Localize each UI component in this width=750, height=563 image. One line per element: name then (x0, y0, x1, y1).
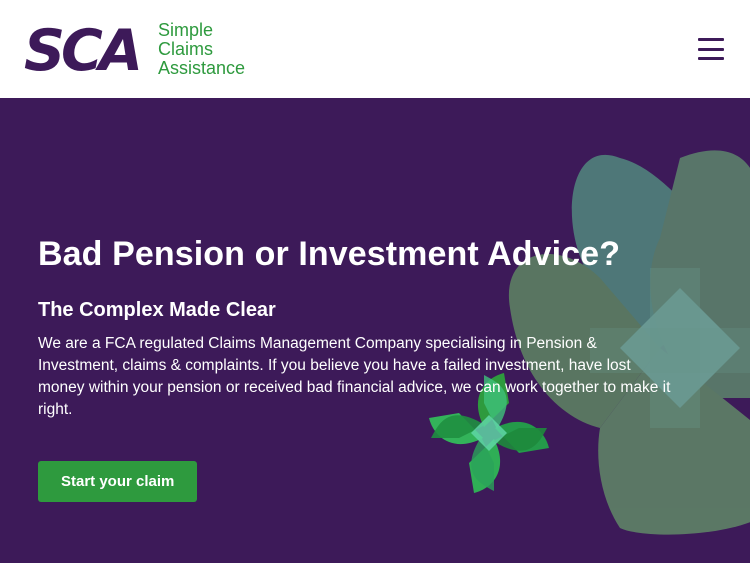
site-header: SCA Simple Claims Assistance (0, 0, 750, 98)
hero-content: Bad Pension or Investment Advice? The Co… (38, 234, 688, 502)
logo-wordmark: Simple Claims Assistance (158, 19, 246, 78)
menu-bar (698, 47, 724, 51)
logo[interactable]: SCA Simple Claims Assistance (24, 19, 246, 78)
hero-description: We are a FCA regulated Claims Management… (38, 335, 671, 418)
start-claim-button[interactable]: Start your claim (38, 461, 198, 502)
hero-subtitle: The Complex Made Clear (38, 299, 276, 321)
logo-line-2: Claims (158, 38, 214, 59)
hero-section: Bad Pension or Investment Advice? The Co… (0, 98, 750, 563)
svg-text:SCA: SCA (24, 23, 139, 75)
logo-line-3: Assistance (158, 57, 246, 78)
hero-title: Bad Pension or Investment Advice? (38, 235, 621, 273)
menu-bar (698, 38, 724, 41)
hamburger-menu-icon[interactable] (698, 38, 724, 60)
menu-bar (698, 57, 724, 60)
logo-mark: SCA (24, 23, 146, 75)
logo-line-1: Simple (158, 19, 214, 40)
